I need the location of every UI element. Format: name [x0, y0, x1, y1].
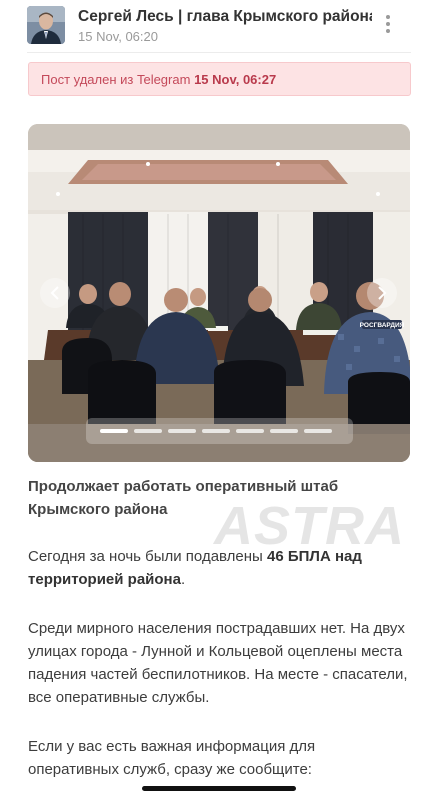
post-paragraph-4: Если у вас есть важная информация для оп… — [28, 738, 316, 778]
chevron-right-icon — [378, 286, 387, 300]
gallery-pagination — [86, 418, 353, 444]
gallery-next-button[interactable] — [367, 278, 397, 308]
header-divider — [27, 52, 411, 53]
channel-title[interactable]: Сергей Лесь | глава Крымского района — [78, 8, 372, 26]
post-date: 15 Nov, 06:20 — [78, 29, 158, 44]
deleted-notice: Пост удален из Telegram 15 Nov, 06:27 — [28, 62, 411, 96]
gallery-dot[interactable] — [236, 429, 264, 433]
paragraph-2-start: Сегодня за ночь были подавлены — [28, 548, 263, 565]
gallery-dot[interactable] — [134, 429, 162, 433]
gallery-dot[interactable] — [270, 429, 298, 433]
post-header: Сергей Лесь | глава Крымского района 15 … — [0, 0, 438, 50]
chevron-left-icon — [50, 286, 59, 300]
gallery-dot[interactable] — [202, 429, 230, 433]
deleted-notice-text: Пост удален из Telegram — [41, 72, 191, 87]
post-paragraph-2: Сегодня за ночь были подавлены 46 БПЛА н… — [28, 545, 410, 591]
gallery-dot[interactable] — [304, 429, 332, 433]
paragraph-2-end: . — [180, 571, 186, 588]
post-paragraph-1: Продолжает работать оперативный штаб Кры… — [28, 478, 339, 518]
gallery-dot[interactable] — [168, 429, 196, 433]
uniform-patch-text: РОСГВАРДИЯ — [360, 322, 405, 329]
gallery-dot[interactable] — [100, 429, 128, 433]
channel-avatar[interactable] — [27, 6, 65, 44]
home-indicator[interactable] — [142, 786, 296, 791]
deleted-notice-date: 15 Nov, 06:27 — [194, 72, 277, 87]
more-vertical-icon[interactable] — [380, 12, 396, 36]
post-photo[interactable]: РОСГВАРДИЯ — [28, 124, 410, 462]
post-paragraph-3: Среди мирного населения пострадавших нет… — [28, 620, 408, 706]
gallery-prev-button[interactable] — [40, 278, 70, 308]
